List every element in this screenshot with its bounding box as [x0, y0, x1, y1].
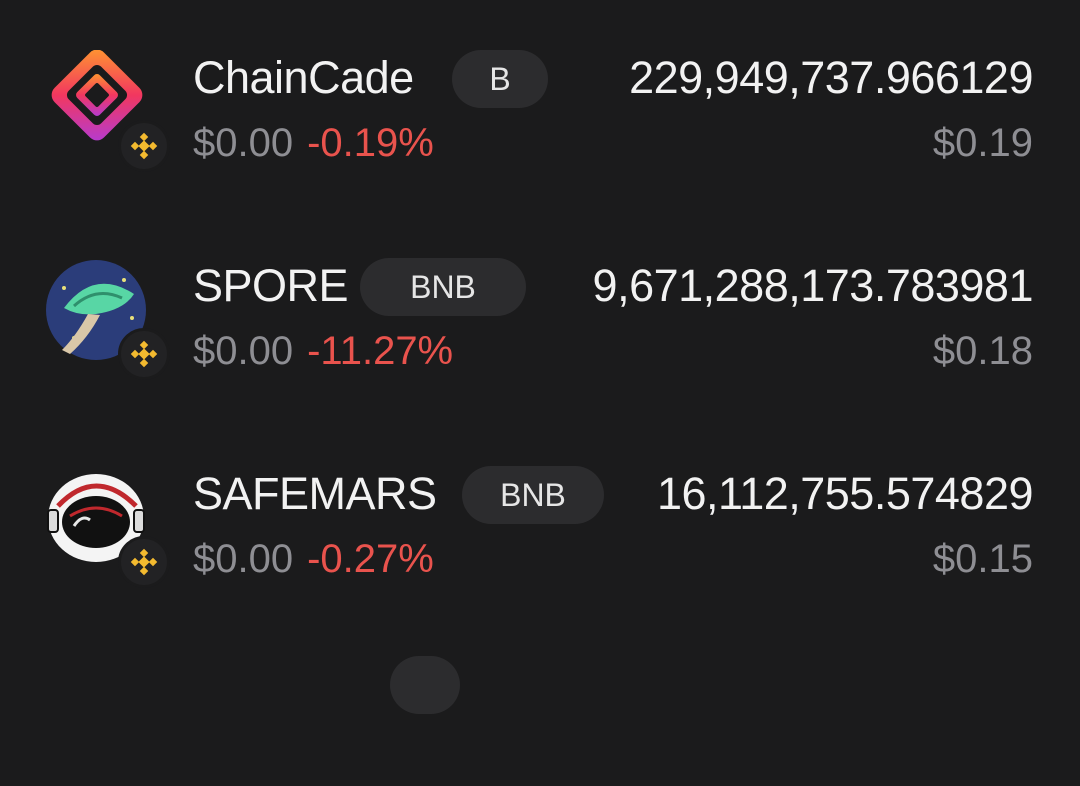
token-row-next[interactable]: [0, 636, 1080, 786]
token-name: ChainCade: [193, 52, 414, 103]
bnb-icon: [130, 132, 158, 160]
bnb-icon: [130, 548, 158, 576]
token-row-chaincade[interactable]: ChainCade B 229,949,737.966129 $0.00 -0.1…: [0, 30, 1080, 180]
token-value: $0.19: [932, 121, 1033, 165]
token-value: $0.15: [932, 537, 1033, 581]
token-price: $0.00: [193, 329, 294, 373]
token-name: SAFEMARS: [193, 468, 437, 519]
price-change: -11.27%: [307, 329, 454, 373]
token-balance: 229,949,737.966129: [629, 52, 1033, 103]
bnb-chain-badge: [118, 536, 170, 588]
price-change: -0.27%: [307, 537, 434, 581]
token-price: $0.00: [193, 537, 294, 581]
token-name: SPORE: [193, 260, 349, 311]
token-logo: [44, 466, 170, 588]
token-logo: [44, 258, 170, 380]
chain-tag: BNB: [462, 466, 604, 524]
price-change: -0.19%: [307, 121, 434, 165]
chain-tag: B: [452, 50, 548, 108]
bnb-chain-badge: [118, 120, 170, 172]
chain-tag: BNB: [360, 258, 526, 316]
token-price-line: $0.00 -0.27%: [193, 534, 434, 584]
token-balance: 16,112,755.574829: [656, 468, 1034, 519]
token-row-spore[interactable]: SPORE BNB 9,671,288,173.783981 $0.00 -11.…: [0, 238, 1080, 388]
token-price-line: $0.00 -11.27%: [193, 326, 453, 376]
token-logo: [44, 49, 170, 172]
token-price-line: $0.00 -0.19%: [193, 118, 434, 168]
token-balance: 9,671,288,173.783981: [592, 260, 1034, 311]
token-row-safemars[interactable]: SAFEMARS BNB 16,112,755.574829 $0.00 -0.2…: [0, 446, 1080, 596]
chain-tag: [390, 656, 460, 714]
token-price: $0.00: [193, 121, 294, 165]
bnb-icon: [130, 340, 158, 368]
token-value: $0.18: [932, 329, 1033, 373]
bnb-chain-badge: [118, 328, 170, 380]
